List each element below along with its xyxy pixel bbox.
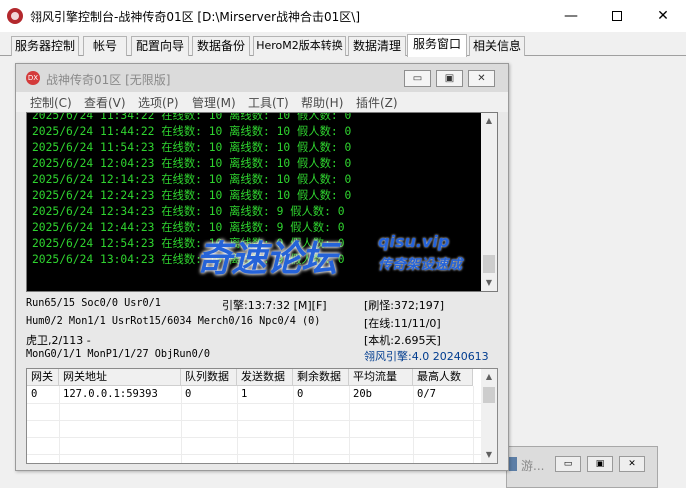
gate-table-scrollbar[interactable]: ▲ ▼ [481, 369, 497, 463]
child-close-button[interactable]: ✕ [468, 70, 495, 87]
grid-line [27, 403, 483, 404]
tab-herom2-convert[interactable]: HeroM2版本转换 [253, 36, 346, 56]
guard-stats: 虎卫,2/113 - [26, 334, 91, 347]
game-icon: DX [26, 71, 40, 85]
tab-data-clean[interactable]: 数据清理 [348, 36, 406, 56]
monster-refresh: [刷怪:372;197] [364, 299, 444, 312]
table-row[interactable]: 0 127.0.0.1:59393 0 1 0 20b 0/7 [27, 386, 483, 403]
restore-button[interactable]: ▭ [555, 456, 581, 472]
grid-line [181, 386, 182, 463]
log-line: 2025/6/24 12:14:23 在线数: 10 离线数: 10 假人数: … [32, 173, 352, 186]
log-lines: 2025/6/24 11:34:22 在线数: 10 离线数: 10 假人数: … [32, 113, 480, 268]
close-button[interactable]: ✕ [619, 456, 645, 472]
log-line: 2025/6/24 12:54:23 在线数: 10 离线数: 9 假人数: 0 [32, 237, 345, 250]
online-count: [在线:11/11/0] [364, 317, 441, 330]
log-line: 2025/6/24 11:34:22 在线数: 10 离线数: 10 假人数: … [32, 112, 352, 122]
tab-server-control[interactable]: 服务器控制 [11, 36, 79, 56]
minimize-button[interactable]: — [548, 0, 594, 32]
menu-tools[interactable]: 工具(T) [248, 94, 289, 111]
maximize-icon [612, 11, 622, 21]
cell-send-data: 1 [241, 388, 248, 400]
grid-line [349, 386, 350, 463]
tab-service-window[interactable]: 服务窗口 [407, 34, 467, 57]
grid-line [27, 454, 483, 455]
log-line: 2025/6/24 12:34:23 在线数: 10 离线数: 9 假人数: 0 [32, 205, 345, 218]
engine-version: 翎风引擎:4.0 20240613 [364, 350, 489, 363]
col-gate-address[interactable]: 网关地址 [59, 369, 181, 386]
log-line: 2025/6/24 12:44:23 在线数: 10 离线数: 9 假人数: 0 [32, 221, 345, 234]
col-queue-data[interactable]: 队列数据 [181, 369, 237, 386]
tab-account[interactable]: 帐号 [83, 36, 127, 56]
minimized-child-window[interactable]: 游... ▭ ▣ ✕ [506, 446, 658, 488]
col-remaining-data[interactable]: 剩余数据 [293, 369, 349, 386]
cell-gate-address: 127.0.0.1:59393 [63, 388, 158, 400]
server-child-window: DX 战神传奇01区 [无限版] ▭ ▣ ✕ 控制(C) 查看(V) 选项(P)… [15, 63, 509, 471]
engine-time: 引擎:13:7:32 [M][F] [222, 299, 327, 312]
child-window-title: 战神传奇01区 [无限版] [46, 73, 171, 87]
tab-related-info[interactable]: 相关信息 [469, 36, 525, 56]
menu-plugins[interactable]: 插件(Z) [356, 94, 398, 111]
hum-stats: Hum0/2 Mon1/1 UsrRot15/6034 Merch0/16 Np… [26, 316, 321, 327]
server-log[interactable]: 2025/6/24 11:34:22 在线数: 10 离线数: 10 假人数: … [26, 112, 498, 292]
col-gate[interactable]: 网关 [27, 369, 59, 386]
log-line: 2025/6/24 12:24:23 在线数: 10 离线数: 10 假人数: … [32, 189, 352, 202]
local-uptime: [本机:2.695天] [364, 334, 441, 347]
gate-scroll-thumb[interactable] [483, 387, 495, 403]
grid-line [413, 386, 414, 463]
maximize-button[interactable] [594, 0, 640, 32]
mon-stats: MonG0/1/1 MonP1/1/27 ObjRun0/0 [26, 349, 211, 360]
child-title-bar: DX 战神传奇01区 [无限版] ▭ ▣ ✕ [16, 64, 508, 92]
cell-gate: 0 [31, 388, 38, 400]
menu-help[interactable]: 帮助(H) [301, 94, 343, 111]
cell-remaining-data: 0 [297, 388, 304, 400]
menu-options[interactable]: 选项(P) [138, 94, 179, 111]
log-scrollbar[interactable]: ▲ ▼ [481, 113, 497, 291]
app-icon [7, 8, 23, 24]
gate-table[interactable]: 网关 网关地址 队列数据 发送数据 剩余数据 平均流量 最高人数 0 127.0… [26, 368, 498, 464]
main-title-bar: 翎风引擎控制台-战神传奇01区 [D:\Mirserver战神合击01区\] —… [0, 0, 686, 32]
grid-line [293, 386, 294, 463]
grid-line [27, 437, 483, 438]
log-line: 2025/6/24 11:44:22 在线数: 10 离线数: 10 假人数: … [32, 125, 352, 138]
scroll-down-arrow-icon[interactable]: ▼ [481, 447, 497, 463]
scroll-up-arrow-icon[interactable]: ▲ [481, 113, 497, 129]
tab-config-wizard[interactable]: 配置向导 [131, 36, 189, 56]
col-avg-traffic[interactable]: 平均流量 [349, 369, 413, 386]
cell-max-users: 0/7 [417, 388, 436, 400]
col-max-users[interactable]: 最高人数 [413, 369, 473, 386]
log-scroll-thumb[interactable] [483, 255, 495, 273]
grid-line [473, 386, 474, 463]
grid-line [237, 386, 238, 463]
menu-manage[interactable]: 管理(M) [192, 94, 236, 111]
window-title: 翎风引擎控制台-战神传奇01区 [D:\Mirserver战神合击01区\] [30, 10, 361, 24]
menu-bar: 控制(C) 查看(V) 选项(P) 管理(M) 工具(T) 帮助(H) 插件(Z… [16, 92, 508, 112]
log-line: 2025/6/24 12:04:23 在线数: 10 离线数: 10 假人数: … [32, 157, 352, 170]
gate-table-header: 网关 网关地址 队列数据 发送数据 剩余数据 平均流量 最高人数 [27, 369, 483, 386]
scroll-up-arrow-icon[interactable]: ▲ [481, 369, 497, 385]
child-maximize-button[interactable]: ▣ [436, 70, 463, 87]
tab-strip: 服务器控制 帐号 配置向导 数据备份 HeroM2版本转换 数据清理 服务窗口 … [0, 32, 686, 57]
maximize-button[interactable]: ▣ [587, 456, 613, 472]
menu-view[interactable]: 查看(V) [84, 94, 126, 111]
log-line: 2025/6/24 13:04:23 在线数: 10 离线数: 9 假人数: 0 [32, 253, 345, 266]
cell-avg-traffic: 20b [353, 388, 372, 400]
child-minimize-button[interactable]: ▭ [404, 70, 431, 87]
cell-queue-data: 0 [185, 388, 192, 400]
tab-data-backup[interactable]: 数据备份 [192, 36, 250, 56]
close-button[interactable]: ✕ [640, 0, 686, 32]
col-send-data[interactable]: 发送数据 [237, 369, 293, 386]
grid-line [59, 386, 60, 463]
scroll-down-arrow-icon[interactable]: ▼ [481, 275, 497, 291]
grid-line [27, 420, 483, 421]
run-stats: Run65/15 Soc0/0 Usr0/1 [26, 298, 161, 309]
log-line: 2025/6/24 11:54:23 在线数: 10 离线数: 10 假人数: … [32, 141, 352, 154]
menu-control[interactable]: 控制(C) [30, 94, 72, 111]
minimized-window-title: 游... [521, 459, 545, 473]
